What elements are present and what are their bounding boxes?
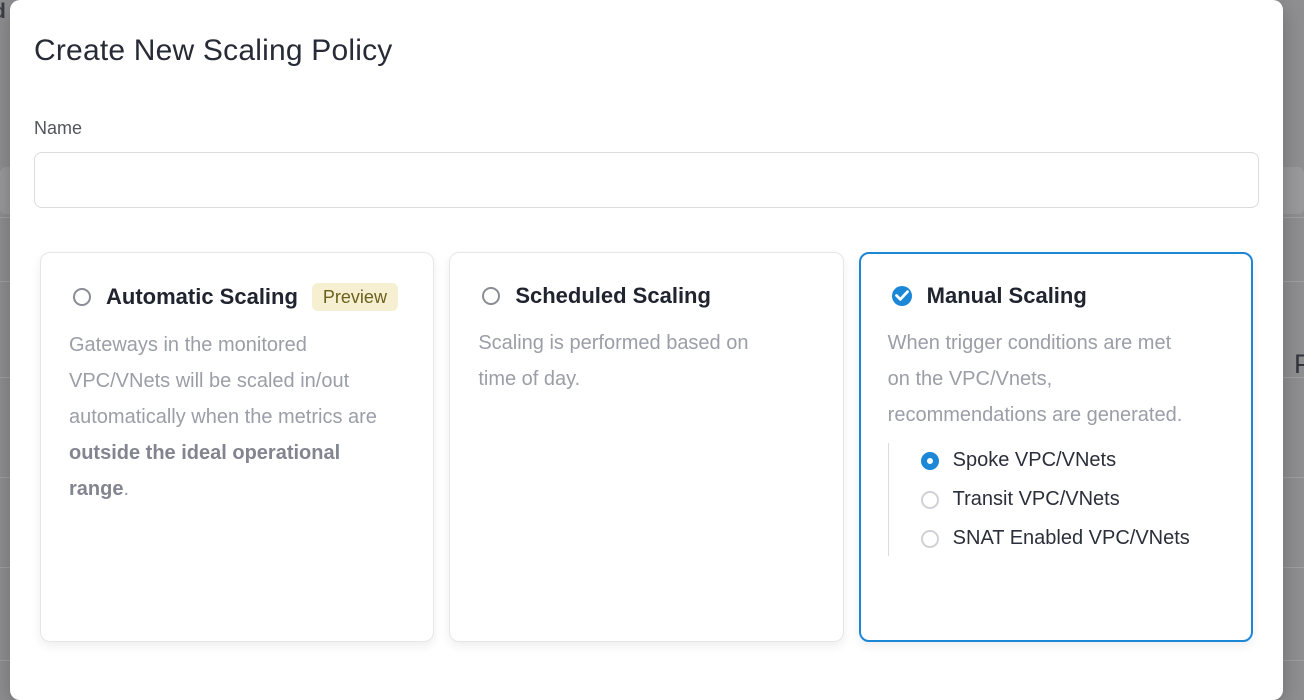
name-field-label: Name bbox=[34, 118, 1259, 139]
spoke-vpc-label: Spoke VPC/VNets bbox=[953, 449, 1116, 472]
scheduled-scaling-radio[interactable] bbox=[482, 287, 500, 305]
scaling-type-cards: Automatic Scaling Preview Gateways in th… bbox=[40, 252, 1253, 642]
manual-scaling-title: Manual Scaling bbox=[927, 283, 1087, 309]
option-card-manual-scaling[interactable]: Manual Scaling When trigger conditions a… bbox=[859, 252, 1253, 642]
scheduled-scaling-title: Scheduled Scaling bbox=[515, 283, 711, 309]
scheduled-scaling-header: Scheduled Scaling bbox=[478, 283, 814, 309]
manual-scaling-radio[interactable] bbox=[892, 286, 912, 306]
description-bold-text: outside the ideal operational range bbox=[69, 442, 340, 500]
automatic-scaling-title: Automatic Scaling bbox=[106, 284, 298, 310]
snat-enabled-vpc-label: SNAT Enabled VPC/VNets bbox=[953, 527, 1190, 550]
vpc-type-options: Spoke VPC/VNets Transit VPC/VNets SNAT E… bbox=[888, 443, 1224, 556]
background-text-fragment-right: P bbox=[1294, 349, 1304, 380]
snat-enabled-vpc-radio[interactable] bbox=[921, 530, 939, 548]
automatic-scaling-description: Gateways in the monitored VPC/VNets will… bbox=[69, 327, 377, 507]
sub-option-spoke-vpc[interactable]: Spoke VPC/VNets bbox=[921, 449, 1224, 472]
automatic-scaling-radio[interactable] bbox=[73, 288, 91, 306]
background-text-fragment-left: d bbox=[0, 0, 6, 24]
check-icon bbox=[895, 290, 909, 301]
modal-title: Create New Scaling Policy bbox=[34, 34, 1259, 68]
manual-scaling-description: When trigger conditions are met on the V… bbox=[888, 325, 1196, 433]
option-card-automatic-scaling[interactable]: Automatic Scaling Preview Gateways in th… bbox=[40, 252, 434, 642]
create-scaling-policy-modal: Create New Scaling Policy Name Automatic… bbox=[10, 0, 1283, 700]
description-text: Gateways in the monitored VPC/VNets will… bbox=[69, 334, 377, 428]
sub-option-transit-vpc[interactable]: Transit VPC/VNets bbox=[921, 488, 1224, 511]
spoke-vpc-radio[interactable] bbox=[921, 452, 939, 470]
name-input[interactable] bbox=[34, 152, 1259, 208]
scheduled-scaling-description: Scaling is performed based on time of da… bbox=[478, 325, 786, 397]
description-text: . bbox=[123, 478, 129, 500]
transit-vpc-radio[interactable] bbox=[921, 491, 939, 509]
option-card-scheduled-scaling[interactable]: Scheduled Scaling Scaling is performed b… bbox=[449, 252, 843, 642]
sub-option-snat-enabled-vpc[interactable]: SNAT Enabled VPC/VNets bbox=[921, 527, 1224, 550]
manual-scaling-header: Manual Scaling bbox=[888, 283, 1224, 309]
preview-badge: Preview bbox=[312, 283, 398, 311]
transit-vpc-label: Transit VPC/VNets bbox=[953, 488, 1120, 511]
automatic-scaling-header: Automatic Scaling Preview bbox=[69, 283, 405, 311]
